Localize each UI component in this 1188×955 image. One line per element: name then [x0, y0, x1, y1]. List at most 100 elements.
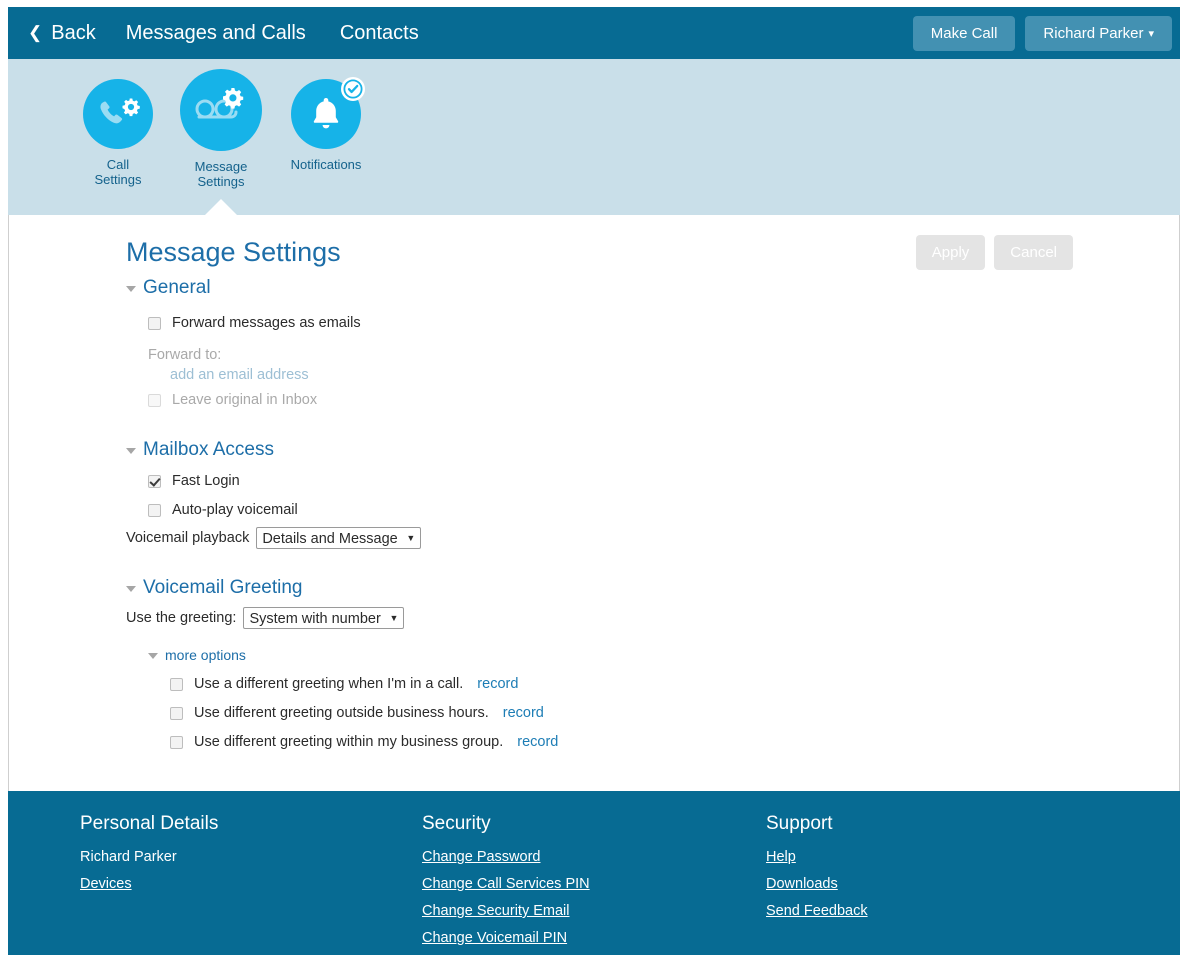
- icon-tile-label-call-settings: Call Settings: [94, 157, 142, 187]
- section-voicemail-greeting-body: Use the greeting: System with number mor…: [126, 607, 926, 754]
- cancel-button[interactable]: Cancel: [994, 235, 1073, 270]
- nav-right-group: Make Call Richard Parker ▾: [903, 15, 1172, 51]
- fast-login-checkbox[interactable]: [148, 474, 161, 488]
- chevron-down-icon: ▾: [1148, 27, 1154, 40]
- add-email-address-link[interactable]: add an email address: [170, 367, 926, 383]
- footer-link-change-call-services-pin[interactable]: Change Call Services PIN: [422, 876, 590, 892]
- auto-play-voicemail-label: Auto-play voicemail: [172, 502, 298, 518]
- footer-column-support: Support Help Downloads Send Feedback: [766, 813, 868, 930]
- footer-link-send-feedback[interactable]: Send Feedback: [766, 903, 868, 919]
- action-buttons-group: Apply Cancel: [907, 235, 1073, 270]
- app-window: ❮ Back Messages and Calls Contacts Make …: [0, 0, 1188, 955]
- footer-link-change-password[interactable]: Change Password: [422, 849, 590, 865]
- page-title: Message Settings: [126, 237, 341, 267]
- section-general-title: General: [143, 277, 211, 298]
- section-mailbox-access-header[interactable]: Mailbox Access: [126, 439, 926, 461]
- footer-title-personal-details: Personal Details: [80, 813, 219, 834]
- row-greeting-in-call: Use a different greeting when I'm in a c…: [170, 672, 926, 696]
- footer-link-devices[interactable]: Devices: [80, 876, 218, 892]
- nav-item-messages-and-calls[interactable]: Messages and Calls: [126, 22, 306, 45]
- section-mailbox-access-body: Fast Login Auto-play voicemail Voicemail…: [126, 469, 926, 549]
- record-link-business-group[interactable]: record: [517, 734, 558, 750]
- more-options-body: Use a different greeting when I'm in a c…: [148, 672, 926, 754]
- use-the-greeting-label: Use the greeting:: [126, 610, 237, 626]
- nav-item-contacts[interactable]: Contacts: [340, 22, 419, 45]
- greeting-select[interactable]: System with number: [243, 607, 405, 629]
- top-navigation-bar: ❮ Back Messages and Calls Contacts Make …: [8, 7, 1180, 59]
- forward-messages-as-emails-checkbox[interactable]: [148, 316, 161, 330]
- footer-column-personal-details: Personal Details Richard Parker Devices: [80, 813, 218, 903]
- more-options-header[interactable]: more options: [148, 647, 926, 663]
- voicemail-playback-select-wrap: Details and Message: [256, 527, 422, 549]
- apply-button[interactable]: Apply: [915, 235, 986, 270]
- section-voicemail-greeting: Voicemail Greeting Use the greeting: Sys…: [126, 577, 926, 754]
- icon-tile-label-notifications: Notifications: [290, 157, 362, 172]
- record-link-in-call[interactable]: record: [477, 676, 518, 692]
- section-general: General Forward messages as emails Forwa…: [126, 277, 926, 412]
- back-button[interactable]: ❮ Back: [28, 22, 96, 45]
- icon-tile-call-settings[interactable]: Call Settings: [58, 79, 178, 187]
- section-spacer-2: [126, 555, 926, 577]
- more-options-group: more options Use a different greeting wh…: [148, 647, 926, 754]
- page-footer: Personal Details Richard Parker Devices …: [8, 791, 1180, 955]
- footer-link-change-security-email[interactable]: Change Security Email: [422, 903, 590, 919]
- phone-gear-icon: [100, 98, 140, 124]
- notifications-circle: [291, 77, 365, 149]
- section-general-body: Forward messages as emails Forward to: a…: [126, 311, 926, 412]
- voicemail-playback-label: Voicemail playback: [126, 530, 250, 546]
- forward-to-label: Forward to:: [148, 347, 222, 363]
- check-badge-icon: [341, 77, 365, 101]
- footer-link-downloads[interactable]: Downloads: [766, 876, 868, 892]
- footer-title-security: Security: [422, 813, 491, 834]
- footer-item-richard-parker: Richard Parker: [80, 849, 177, 865]
- make-call-button[interactable]: Make Call: [912, 15, 1016, 51]
- bell-icon: [313, 98, 339, 129]
- greeting-select-wrap: System with number: [243, 607, 405, 629]
- record-link-outside-hours[interactable]: record: [503, 705, 544, 721]
- row-leave-original-in-inbox: Leave original in Inbox: [148, 388, 926, 412]
- footer-link-change-voicemail-pin[interactable]: Change Voicemail PIN: [422, 930, 590, 946]
- forward-messages-as-emails-label: Forward messages as emails: [172, 315, 361, 331]
- main-content-panel: Message Settings Apply Cancel General Fo…: [8, 215, 1180, 791]
- voicemail-gear-icon: [195, 88, 244, 119]
- row-voicemail-playback: Voicemail playback Details and Message: [126, 527, 926, 549]
- greeting-outside-hours-checkbox[interactable]: [170, 706, 183, 720]
- footer-link-help[interactable]: Help: [766, 849, 868, 865]
- footer-column-security: Security Change Password Change Call Ser…: [422, 813, 590, 955]
- voicemail-playback-select[interactable]: Details and Message: [256, 527, 422, 549]
- greeting-in-call-label: Use a different greeting when I'm in a c…: [194, 676, 464, 692]
- section-mailbox-access: Mailbox Access Fast Login Auto-play voic…: [126, 439, 926, 549]
- section-general-header[interactable]: General: [126, 277, 926, 299]
- more-options-label: more options: [165, 647, 246, 663]
- greeting-business-group-checkbox[interactable]: [170, 735, 183, 749]
- back-button-label: Back: [51, 21, 96, 44]
- leave-original-in-inbox-checkbox[interactable]: [148, 393, 161, 407]
- row-greeting-business-group: Use different greeting within my busines…: [170, 730, 926, 754]
- auto-play-voicemail-checkbox[interactable]: [148, 503, 161, 517]
- user-menu-button[interactable]: Richard Parker ▾: [1025, 15, 1172, 51]
- greeting-business-group-label: Use different greeting within my busines…: [194, 734, 504, 750]
- row-forward-messages-as-emails: Forward messages as emails: [148, 311, 926, 335]
- greeting-in-call-checkbox[interactable]: [170, 677, 183, 691]
- call-settings-circle: [83, 79, 153, 149]
- section-voicemail-greeting-title: Voicemail Greeting: [143, 577, 303, 598]
- section-mailbox-access-title: Mailbox Access: [143, 439, 274, 460]
- section-spacer-1: [126, 417, 926, 439]
- row-auto-play-voicemail: Auto-play voicemail: [148, 498, 926, 522]
- chevron-down-icon: [126, 586, 136, 592]
- icon-tile-message-settings[interactable]: Message Settings: [161, 69, 281, 189]
- footer-title-support: Support: [766, 813, 833, 834]
- settings-sections: General Forward messages as emails Forwa…: [126, 277, 926, 759]
- icon-tile-notifications[interactable]: Notifications: [266, 77, 386, 172]
- nav-left-group: ❮ Back Messages and Calls Contacts: [28, 22, 453, 45]
- row-use-the-greeting: Use the greeting: System with number: [126, 607, 926, 629]
- chevron-down-icon: [126, 286, 136, 292]
- user-menu-label: Richard Parker: [1043, 24, 1144, 42]
- section-voicemail-greeting-header[interactable]: Voicemail Greeting: [126, 577, 926, 599]
- icon-tile-label-message-settings: Message Settings: [194, 159, 248, 189]
- row-fast-login: Fast Login: [148, 469, 926, 493]
- greeting-outside-hours-label: Use different greeting outside business …: [194, 705, 489, 721]
- leave-original-in-inbox-label: Leave original in Inbox: [172, 392, 318, 408]
- fast-login-label: Fast Login: [172, 473, 240, 489]
- chevron-down-icon: [126, 448, 136, 454]
